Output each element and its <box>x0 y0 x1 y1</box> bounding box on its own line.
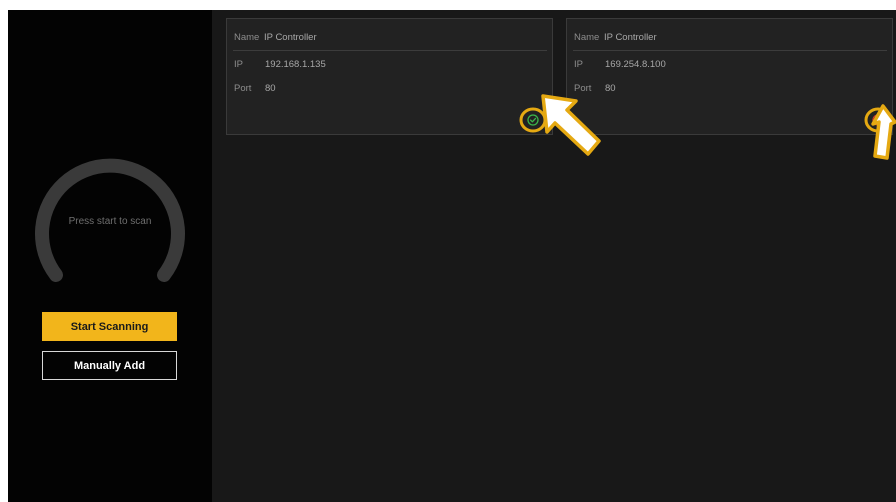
annotation-arrow-icon <box>871 104 896 160</box>
manually-add-button[interactable]: Manually Add <box>42 351 177 380</box>
device-name-row: Name IP Controller <box>574 32 657 43</box>
port-label: Port <box>234 83 252 94</box>
device-ip: 192.168.1.135 <box>265 59 326 70</box>
ip-label: IP <box>574 59 583 70</box>
device-ip: 169.254.8.100 <box>605 59 666 70</box>
start-scanning-button[interactable]: Start Scanning <box>42 312 177 341</box>
ip-label: IP <box>234 59 243 70</box>
scan-status-text: Press start to scan <box>68 216 152 227</box>
device-port: 80 <box>605 83 616 94</box>
card-divider <box>573 50 887 51</box>
annotation-arrow-icon <box>541 94 601 156</box>
device-ip-row: IP 192.168.1.135 <box>234 59 326 70</box>
card-divider <box>233 50 547 51</box>
name-label: Name <box>574 32 600 43</box>
device-name-row: Name IP Controller <box>234 32 317 43</box>
app-window: Press start to scan Start Scanning Manua… <box>8 10 896 502</box>
device-port-row: Port 80 <box>234 83 276 94</box>
device-name: IP Controller <box>604 32 657 43</box>
device-ip-row: IP 169.254.8.100 <box>574 59 666 70</box>
device-card[interactable]: Name IP Controller IP 169.254.8.100 Port 80 <box>566 18 893 135</box>
name-label: Name <box>234 32 260 43</box>
device-name: IP Controller <box>264 32 317 43</box>
device-list-panel: Name IP Controller IP 192.168.1.135 Port 80… <box>212 10 896 502</box>
device-port: 80 <box>265 83 276 94</box>
sidebar: Press start to scan Start Scanning Manua… <box>8 10 212 502</box>
device-card[interactable]: Name IP Controller IP 192.168.1.135 Port 80 <box>226 18 553 135</box>
